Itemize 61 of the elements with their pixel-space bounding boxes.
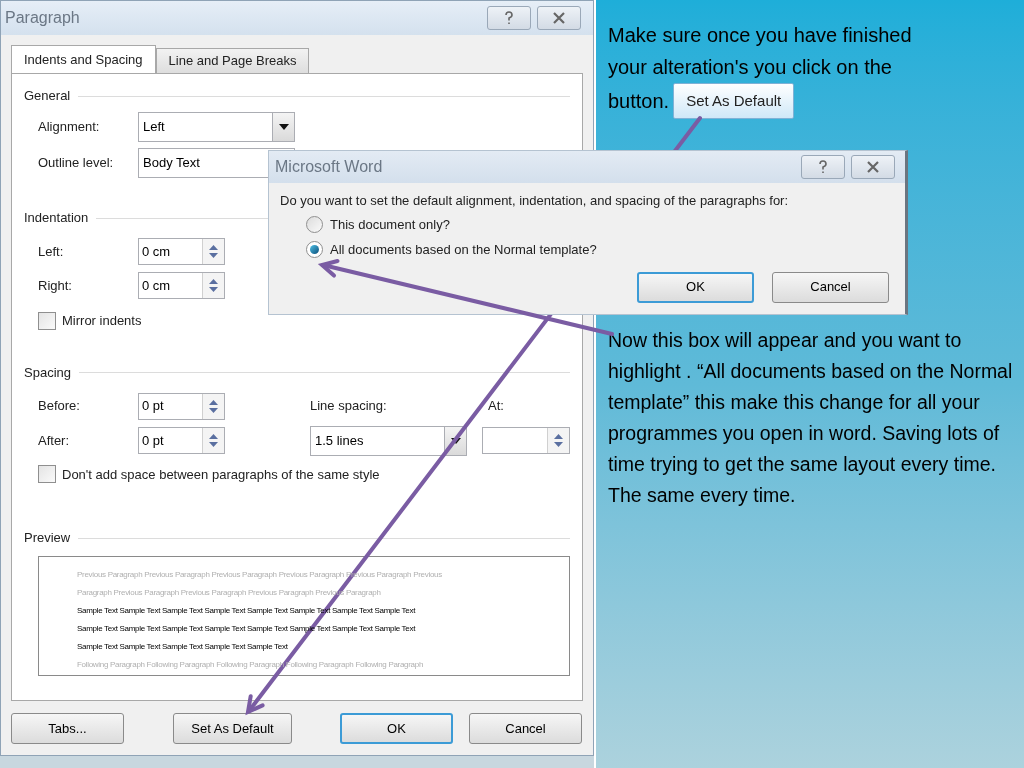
checkbox-label: Mirror indents [62, 312, 142, 330]
down-arrow-icon [209, 253, 218, 258]
cancel-button[interactable]: Cancel [469, 713, 582, 744]
help-icon [504, 11, 514, 25]
caret-icon [278, 124, 289, 130]
dropdown-field[interactable]: 1.5 lines [310, 425, 467, 456]
up-arrow-icon [209, 434, 218, 439]
field-label: Line spacing: [310, 397, 388, 416]
field-label: Before: [38, 397, 81, 416]
close-button[interactable] [851, 155, 895, 179]
instruction-text: button. [608, 89, 670, 114]
help-button[interactable] [801, 155, 845, 179]
spin-field[interactable]: 0 cm [138, 272, 225, 299]
field-label: After: [38, 431, 71, 450]
spin-field[interactable] [482, 427, 570, 454]
checkbox-label: Don't add space between paragraphs of the same style [62, 465, 380, 484]
up-arrow-icon [209, 245, 218, 250]
checkbox[interactable] [38, 465, 56, 484]
spin-field[interactable]: 0 pt [138, 392, 225, 420]
caret-icon [450, 437, 461, 444]
dropdown-field[interactable]: Left [138, 112, 295, 142]
ok-button[interactable]: OK [340, 713, 453, 744]
field-label: Alignment: [38, 118, 101, 137]
down-arrow-icon [209, 442, 218, 447]
up-arrow-icon [209, 279, 218, 284]
tab[interactable]: Indents and Spacing [11, 45, 156, 73]
ok-button[interactable]: OK [637, 271, 754, 303]
help-icon [818, 160, 828, 174]
close-icon [866, 161, 880, 173]
radio-label: This document only? [330, 215, 450, 234]
field-label: Right: [38, 276, 73, 295]
section-heading: General [24, 87, 71, 106]
section-heading: Indentation [24, 209, 89, 228]
close-icon [552, 12, 566, 24]
radio-button[interactable] [306, 215, 323, 233]
set-default-callout[interactable]: Set As Default [673, 83, 795, 119]
field-label: At: [488, 397, 504, 416]
section-heading: Spacing [24, 363, 71, 382]
down-arrow-icon [209, 407, 218, 413]
spin-field[interactable]: 0 pt [138, 427, 225, 454]
down-arrow-icon [554, 442, 563, 447]
tab[interactable]: Line and Page Breaks [155, 48, 310, 73]
up-arrow-icon [209, 399, 218, 405]
tabs-button[interactable]: Tabs... [11, 713, 124, 744]
help-button[interactable] [487, 6, 531, 30]
field-label: Left: [38, 242, 65, 261]
radio-label: All documents based on the Normal template? [330, 241, 597, 259]
up-arrow-icon [554, 434, 563, 439]
preview-line: Sample Text Sample Text Sample Text Sample Text Sample Text [77, 641, 288, 653]
spin-field[interactable]: 0 cm [138, 238, 225, 265]
section-heading: Preview [24, 529, 71, 548]
question-text: Do you want to set the default alignment, indentation, and spacing of the paragraphs for: [280, 192, 790, 210]
radio-button[interactable] [306, 241, 323, 259]
explanation-text: Now this box will appear and you want to highlight . “All documents based on the Normal template” this make this change for all your programmes you open in word. Saving lots of time trying to get the same layout every time. The same every time. [608, 328, 1014, 508]
down-arrow-icon [209, 287, 218, 292]
window-title: Paragraph [5, 8, 80, 28]
set-default-button[interactable]: Set As Default [173, 713, 292, 744]
checkbox[interactable] [38, 311, 56, 330]
cancel-button[interactable]: Cancel [772, 271, 889, 303]
close-button[interactable] [537, 6, 581, 30]
field-label: Outline level: [38, 154, 115, 173]
